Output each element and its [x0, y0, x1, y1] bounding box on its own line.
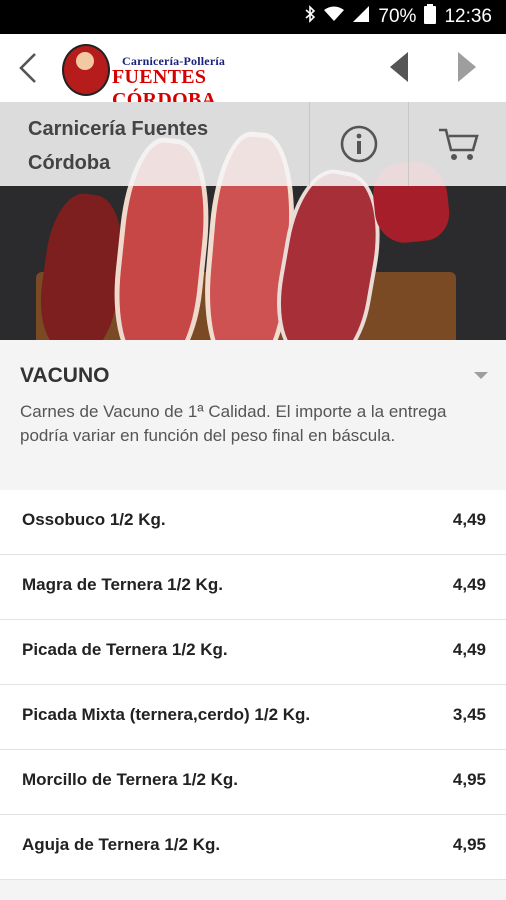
- product-row[interactable]: Picada de Ternera 1/2 Kg. 4,49: [0, 620, 506, 685]
- back-arrow-icon: [19, 53, 36, 83]
- cart-button[interactable]: [409, 102, 506, 186]
- product-price: 4,95: [452, 770, 486, 789]
- status-time: 12:36: [444, 6, 492, 27]
- prev-triangle-icon: [390, 52, 408, 82]
- category-section[interactable]: VACUNO Carnes de Vacuno de 1ª Calidad. E…: [0, 340, 506, 490]
- product-price: 4,95: [452, 835, 486, 854]
- next-triangle-icon: [458, 52, 476, 82]
- product-price: 4,49: [452, 640, 486, 659]
- wifi-icon: [324, 6, 345, 28]
- category-title: VACUNO: [20, 364, 110, 387]
- cart-icon: [438, 128, 479, 160]
- shop-header: Carnicería Fuentes Córdoba: [0, 102, 506, 186]
- product-name: Picada de Ternera 1/2 Kg.: [22, 640, 228, 659]
- product-row[interactable]: Magra de Ternera 1/2 Kg. 4,49: [0, 555, 506, 620]
- product-name: Picada Mixta (ternera,cerdo) 1/2 Kg.: [22, 705, 311, 724]
- product-name: Aguja de Ternera 1/2 Kg.: [22, 835, 221, 854]
- battery-percent: 70%: [378, 6, 417, 27]
- signal-icon: [352, 5, 370, 29]
- product-row[interactable]: Picada Mixta (ternera,cerdo) 1/2 Kg. 3,4…: [0, 685, 506, 750]
- product-name: Ossobuco 1/2 Kg.: [22, 510, 166, 529]
- app-bar: Carnicería-Pollería FUENTES CÓRDOBA: [0, 34, 506, 111]
- product-list: Ossobuco 1/2 Kg. 4,49 Magra de Ternera 1…: [0, 490, 506, 880]
- battery-icon: [424, 4, 437, 30]
- shop-name-line2: Córdoba: [28, 152, 111, 174]
- info-icon: [340, 125, 378, 163]
- shop-name: Carnicería Fuentes Córdoba: [28, 112, 268, 180]
- status-bar: 70% 12:36: [0, 0, 506, 34]
- info-button[interactable]: [310, 102, 408, 186]
- caret-down-icon[interactable]: [474, 372, 488, 379]
- shop-name-line1: Carnicería Fuentes: [28, 118, 209, 140]
- back-button[interactable]: [8, 48, 48, 88]
- product-row[interactable]: Ossobuco 1/2 Kg. 4,49: [0, 490, 506, 555]
- brand-logo: Carnicería-Pollería FUENTES CÓRDOBA: [60, 42, 280, 111]
- product-price: 3,45: [452, 705, 486, 724]
- product-row[interactable]: Aguja de Ternera 1/2 Kg. 4,95: [0, 815, 506, 880]
- category-description: Carnes de Vacuno de 1ª Calidad. El impor…: [20, 402, 447, 445]
- product-price: 4,49: [452, 575, 486, 594]
- status-icons: 70% 12:36: [304, 0, 492, 34]
- chef-mascot-icon: [62, 44, 110, 96]
- product-name: Morcillo de Ternera 1/2 Kg.: [22, 770, 239, 789]
- product-name: Magra de Ternera 1/2 Kg.: [22, 575, 223, 594]
- next-button[interactable]: [456, 50, 480, 84]
- product-price: 4,49: [452, 510, 486, 529]
- product-row[interactable]: Morcillo de Ternera 1/2 Kg. 4,95: [0, 750, 506, 815]
- prev-button[interactable]: [386, 50, 410, 84]
- bluetooth-icon: [304, 5, 316, 29]
